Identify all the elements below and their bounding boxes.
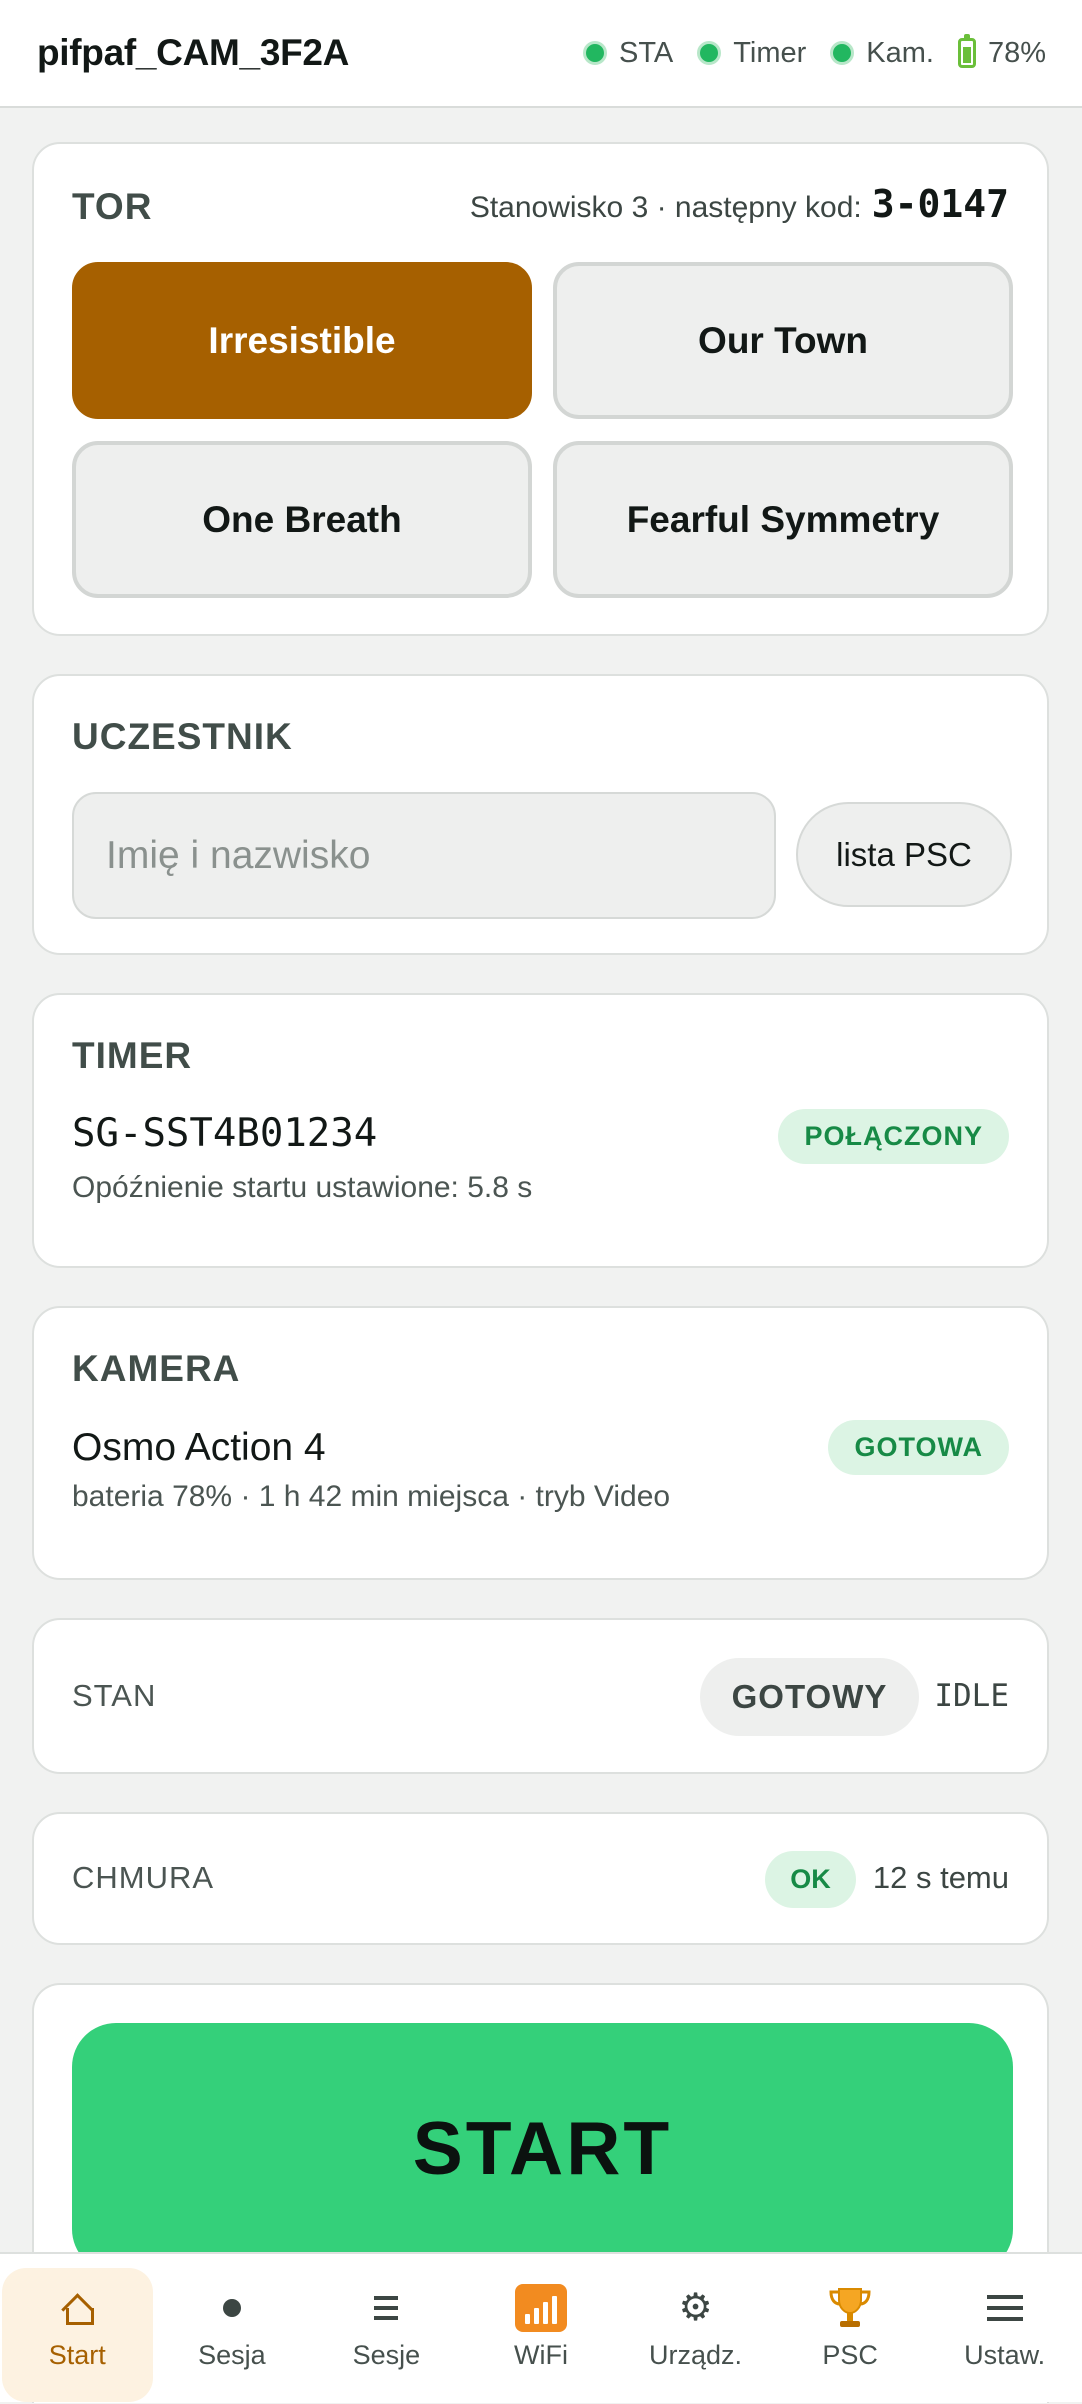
nav-label: PSC <box>822 2339 878 2370</box>
camera-status-badge: GOTOWA <box>828 1420 1009 1475</box>
cloud-status-badge: OK <box>765 1851 856 1908</box>
track-button-our-town[interactable]: Our Town <box>553 262 1013 419</box>
bottom-navigation: Start Sesja Sesje WiFi ⚙ Urządz. PSC Ust… <box>0 2252 1082 2402</box>
nav-item-psc[interactable]: PSC <box>773 2254 928 2404</box>
timer-detail: Opóźnienie startu ustawione: 5.8 s <box>72 1171 533 1204</box>
home-icon <box>62 2288 95 2328</box>
battery-status: 78% <box>957 34 1046 70</box>
nav-item-urzadz[interactable]: ⚙ Urządz. <box>618 2254 773 2404</box>
nav-item-wifi[interactable]: WiFi <box>464 2254 619 2404</box>
status-indicators: STA Timer Kam. 78% <box>582 34 1046 70</box>
nav-item-ustaw[interactable]: Ustaw. <box>927 2254 1082 2404</box>
camera-status-label: Kam. <box>866 36 934 69</box>
track-button-one-breath[interactable]: One Breath <box>72 441 532 598</box>
participant-name-input[interactable] <box>72 792 776 919</box>
camera-model: Osmo Action 4 <box>72 1426 326 1469</box>
psc-list-button[interactable]: lista PSC <box>796 802 1012 907</box>
track-card: TOR Stanowisko 3 · następny kod: 3-0147 … <box>32 142 1049 636</box>
nav-item-sesje[interactable]: Sesje <box>309 2254 464 2404</box>
top-bar: pifpaf_CAM_3F2A STA Timer Kam. 78% <box>0 0 1082 108</box>
track-section-title: TOR <box>72 186 153 227</box>
lane-info: Stanowisko 3 · następny kod: 3-0147 <box>470 182 1009 226</box>
sta-status-label: STA <box>618 36 674 69</box>
track-button-fearful-symmetry[interactable]: Fearful Symmetry <box>553 441 1013 598</box>
camera-status-dot-icon <box>830 41 855 65</box>
state-code: IDLE <box>934 1678 1009 1714</box>
timer-status-dot-icon <box>697 41 722 65</box>
signal-bars-icon <box>514 2283 567 2332</box>
timer-section-title: TIMER <box>72 1035 193 1076</box>
track-button-irresistible[interactable]: Irresistible <box>72 262 532 419</box>
battery-icon <box>957 34 976 68</box>
participant-card: UCZESTNIK lista PSC <box>32 674 1049 955</box>
participant-section-title: UCZESTNIK <box>72 716 293 757</box>
camera-section-title: KAMERA <box>72 1348 241 1389</box>
next-code: 3-0147 <box>871 182 1009 226</box>
lane-info-text: Stanowisko 3 · następny kod: <box>469 191 862 224</box>
state-card: STAN GOTOWY IDLE <box>32 1618 1049 1774</box>
nav-item-start[interactable]: Start <box>0 2254 155 2404</box>
nav-label: Urządz. <box>649 2339 743 2370</box>
cloud-label: CHMURA <box>72 1860 215 1895</box>
timer-status-label: Timer <box>733 36 807 69</box>
nav-label: Ustaw. <box>964 2339 1046 2370</box>
cloud-last-sync: 12 s temu <box>872 1860 1009 1895</box>
nav-label: WiFi <box>513 2339 568 2370</box>
nav-item-sesja[interactable]: Sesja <box>155 2254 310 2404</box>
device-title: pifpaf_CAM_3F2A <box>37 32 350 73</box>
state-badge: GOTOWY <box>700 1658 919 1736</box>
menu-icon <box>986 2288 1023 2328</box>
gear-icon: ⚙ <box>678 2286 713 2329</box>
sta-status: STA <box>582 36 674 70</box>
timer-status-badge: POŁĄCZONY <box>778 1109 1009 1164</box>
timer-card: TIMER SG-SST4B01234 POŁĄCZONY Opóźnienie… <box>32 993 1049 1268</box>
camera-status: Kam. <box>830 37 934 70</box>
list-icon <box>374 2288 399 2328</box>
nav-label: Start <box>48 2339 106 2370</box>
start-button[interactable]: START <box>72 2023 1013 2273</box>
sta-status-dot-icon <box>582 41 607 65</box>
record-dot-icon <box>222 2288 241 2328</box>
battery-level: 78% <box>987 36 1046 69</box>
nav-label: Sesje <box>352 2339 421 2370</box>
timer-status: Timer <box>697 37 806 70</box>
cloud-card: CHMURA OK 12 s temu <box>32 1812 1049 1945</box>
camera-card: KAMERA Osmo Action 4 GOTOWA bateria 78% … <box>32 1306 1049 1580</box>
camera-detail: bateria 78% · 1 h 42 min miejsca · tryb … <box>72 1480 671 1513</box>
trophy-icon <box>827 2287 873 2328</box>
nav-label: Sesja <box>198 2339 266 2370</box>
timer-device-id: SG-SST4B01234 <box>72 1111 378 1156</box>
state-label: STAN <box>72 1678 157 1713</box>
